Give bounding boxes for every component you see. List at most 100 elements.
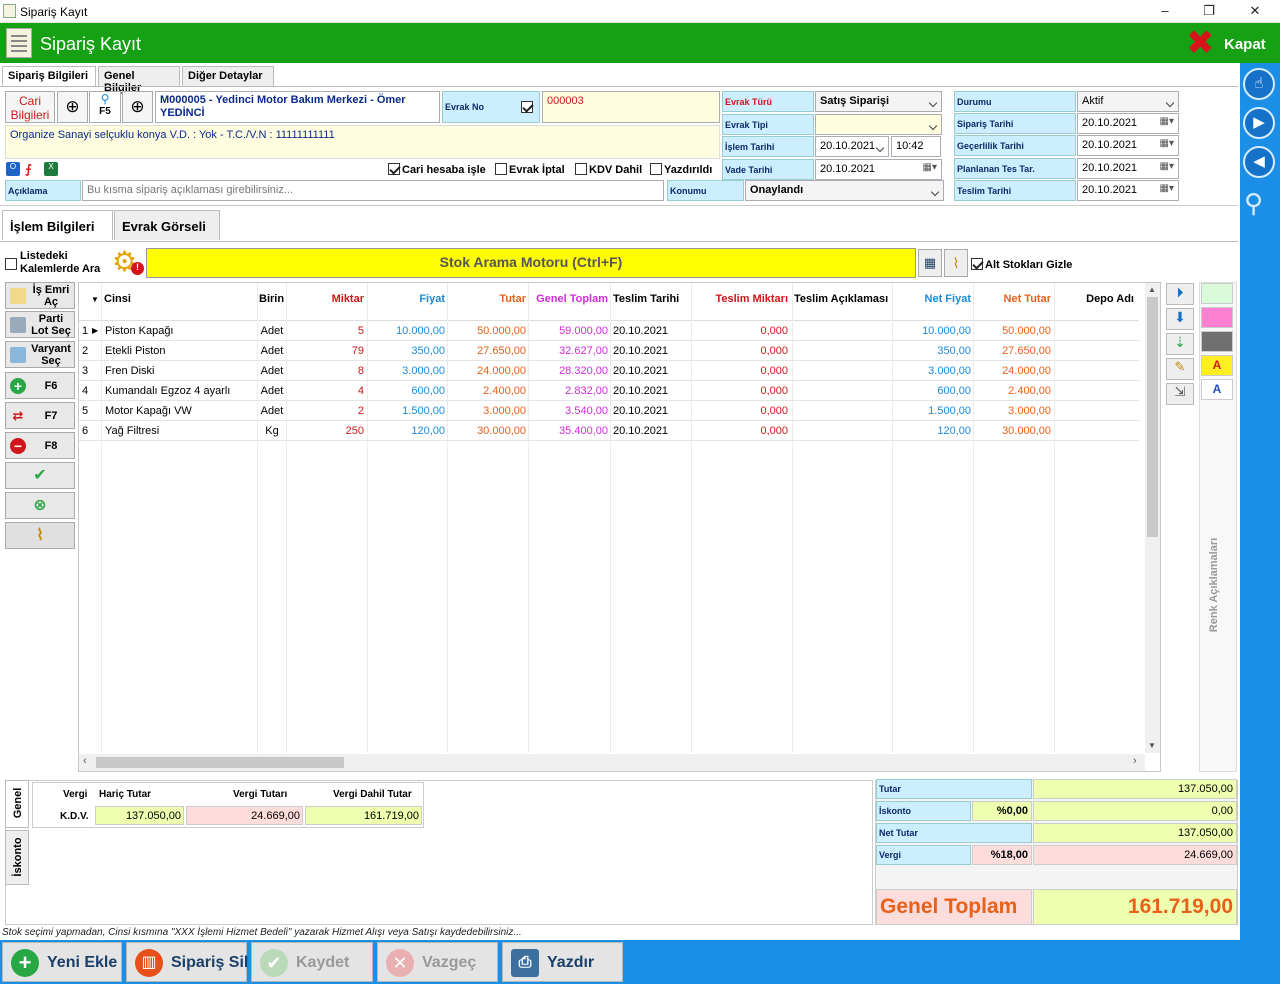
cell-no[interactable]: 4 [82,385,96,397]
outlook-icon[interactable]: O [6,162,20,176]
cell-genel[interactable]: 59.000,00 [529,325,608,337]
minimize-button[interactable]: – [1155,3,1175,19]
cell-genel[interactable]: 28.320,00 [529,365,608,377]
cell-birim[interactable]: Kg [259,425,285,437]
cell-fiyat[interactable]: 1.500,00 [369,405,445,417]
col-miktar[interactable]: Miktar [289,293,364,305]
scroll-left-icon[interactable]: ‹ [83,755,87,767]
f8-delete-row-button[interactable]: − F8 [5,432,75,459]
cell-net-fiyat[interactable]: 350,00 [894,345,971,357]
h-scroll-thumb[interactable] [96,757,344,768]
edit-note-icon[interactable]: ✎ [1166,358,1194,380]
table-row[interactable]: 4 Kumandalı Egzoz 4 ayarlı Adet 4 600,00 2.40… [79,381,1139,401]
close-window-button[interactable]: ✕ [1245,3,1265,19]
cari-select-button[interactable]: ⊕ [57,91,88,123]
cell-no[interactable]: 2 [82,345,96,357]
tab-vergi-genel[interactable]: Genel [5,780,29,828]
cell-genel[interactable]: 32.627,00 [529,345,608,357]
cell-genel[interactable]: 35.400,00 [529,425,608,437]
excel-icon[interactable]: X [44,162,58,176]
previous-record-icon[interactable]: ◀ [1243,146,1275,178]
cell-net-fiyat[interactable]: 10.000,00 [894,325,971,337]
col-cinsi[interactable]: Cinsi [104,293,131,305]
cell-miktar[interactable]: 2 [289,405,364,417]
scroll-up-icon[interactable]: ▲ [1148,285,1156,294]
cell-genel[interactable]: 3.540,00 [529,405,608,417]
durumu-select[interactable]: Aktif [1077,91,1179,112]
f6-add-row-button[interactable]: + F6 [5,372,75,399]
listede-ara-checkbox[interactable]: Listedeki Kalemlerde Ara [5,250,109,276]
kapat-button[interactable]: ✖ Kapat [1186,26,1276,61]
cell-no[interactable]: 5 [82,405,96,417]
evrak-no-field[interactable]: 000003 [542,91,720,123]
col-teslim-miktari[interactable]: Teslim Miktarı [694,293,788,305]
cell-teslim-miktari[interactable]: 0,000 [694,425,788,437]
col-tutar[interactable]: Tutar [449,293,526,305]
stok-arama-button[interactable]: Stok Arama Motoru (Ctrl+F) [146,248,916,278]
paperclip-icon[interactable]: ⌇ [944,249,968,277]
cell-fiyat[interactable]: 3.000,00 [369,365,445,377]
cell-teslim-tarihi[interactable]: 20.10.2021 [613,365,689,377]
vazgec-button[interactable]: ✕ Vazgeç [377,942,498,982]
tab-genel-bilgiler[interactable]: Genel Bilgiler [98,66,180,94]
cari-name-field[interactable]: M000005 - Yedinci Motor Bakım Merkezi - … [155,91,440,123]
hand-pointer-icon[interactable]: ☝ [1243,68,1275,100]
aciklama-input[interactable]: Bu kısma sipariş açıklaması girebilirsin… [82,180,664,201]
alt-stok-gizle-checkbox[interactable]: Alt Stokları Gizle [971,258,1072,271]
cell-tutar[interactable]: 24.000,00 [449,365,526,377]
table-row[interactable]: 3 Fren Diski Adet 8 3.000,00 24.000,00 28.320,… [79,361,1139,381]
cell-fiyat[interactable]: 120,00 [369,425,445,437]
grid-horizontal-scrollbar[interactable]: ‹ › [79,754,1145,771]
cell-birim[interactable]: Adet [259,325,285,337]
cari-hesaba-checkbox[interactable]: Cari hesaba işle [388,163,486,176]
cell-teslim-miktari[interactable]: 0,000 [694,405,788,417]
move-down-icon[interactable]: ⬇ [1166,308,1194,330]
cell-fiyat[interactable]: 600,00 [369,385,445,397]
cell-miktar[interactable]: 79 [289,345,364,357]
tab-vergi-iskonto[interactable]: İskonto [5,830,29,885]
cell-fiyat[interactable]: 10.000,00 [369,325,445,337]
cell-cinsi[interactable]: Fren Diski [105,365,255,377]
table-row[interactable]: 6 Yağ Filtresi Kg 250 120,00 30.000,00 35.400,… [79,421,1139,441]
cell-net-tutar[interactable]: 2.400,00 [974,385,1051,397]
siparis-sil-button[interactable]: ▥ Sipariş Sil [126,942,248,982]
cell-tutar[interactable]: 50.000,00 [449,325,526,337]
konumu-select[interactable]: Onaylandı [745,180,944,201]
cell-fiyat[interactable]: 350,00 [369,345,445,357]
cell-teslim-tarihi[interactable]: 20.10.2021 [613,345,689,357]
cell-miktar[interactable]: 8 [289,365,364,377]
cell-miktar[interactable]: 4 [289,385,364,397]
cell-tutar[interactable]: 3.000,00 [449,405,526,417]
grid-vertical-scrollbar[interactable]: ▲ ▼ [1145,283,1160,753]
maximize-button[interactable]: ❐ [1199,3,1219,19]
cell-cinsi[interactable]: Kumandalı Egzoz 4 ayarlı [105,385,255,397]
cell-teslim-tarihi[interactable]: 20.10.2021 [613,325,689,337]
cari-add-button[interactable]: ⊕ [122,91,153,123]
cell-teslim-tarihi[interactable]: 20.10.2021 [613,405,689,417]
tab-evrak-gorseli[interactable]: Evrak Görseli [114,210,220,240]
col-teslim-aciklamasi[interactable]: Teslim Açıklaması [794,293,888,305]
table-row[interactable]: 2 Etekli Piston Adet 79 350,00 27.650,00 32.62… [79,341,1139,361]
cell-birim[interactable]: Adet [259,365,285,377]
tab-siparis-bilgileri[interactable]: Sipariş Bilgileri [2,66,96,86]
evrak-iptal-checkbox[interactable]: Evrak İptal [495,163,565,176]
scroll-right-icon[interactable]: › [1133,755,1137,767]
cell-net-fiyat[interactable]: 3.000,00 [894,365,971,377]
yazdirildi-checkbox[interactable]: Yazdırıldı [650,163,712,176]
evrak-turu-select[interactable]: Satış Siparişi [815,91,942,112]
cell-teslim-tarihi[interactable]: 20.10.2021 [613,385,689,397]
table-row[interactable]: 5 Motor Kapağı VW Adet 2 1.500,00 3.000,00 3.5… [79,401,1139,421]
col-depo-adi[interactable]: Depo Adı [1054,293,1134,305]
col-net-fiyat[interactable]: Net Fiyat [894,293,971,305]
scroll-thumb[interactable] [1147,297,1158,537]
cell-teslim-miktari[interactable]: 0,000 [694,365,788,377]
cell-miktar[interactable]: 250 [289,425,364,437]
gecerlilik-tarihi-field[interactable]: 20.10.2021 [1077,135,1179,156]
islem-tarihi-field[interactable]: 20.10.2021 [815,136,889,157]
cell-birim[interactable]: Adet [259,345,285,357]
planlanan-tarih-field[interactable]: 20.10.2021 [1077,158,1179,179]
cell-cinsi[interactable]: Motor Kapağı VW [105,405,255,417]
cell-cinsi[interactable]: Yağ Filtresi [105,425,255,437]
pdf-icon[interactable]: ⨍ [25,162,39,176]
cell-tutar[interactable]: 2.400,00 [449,385,526,397]
